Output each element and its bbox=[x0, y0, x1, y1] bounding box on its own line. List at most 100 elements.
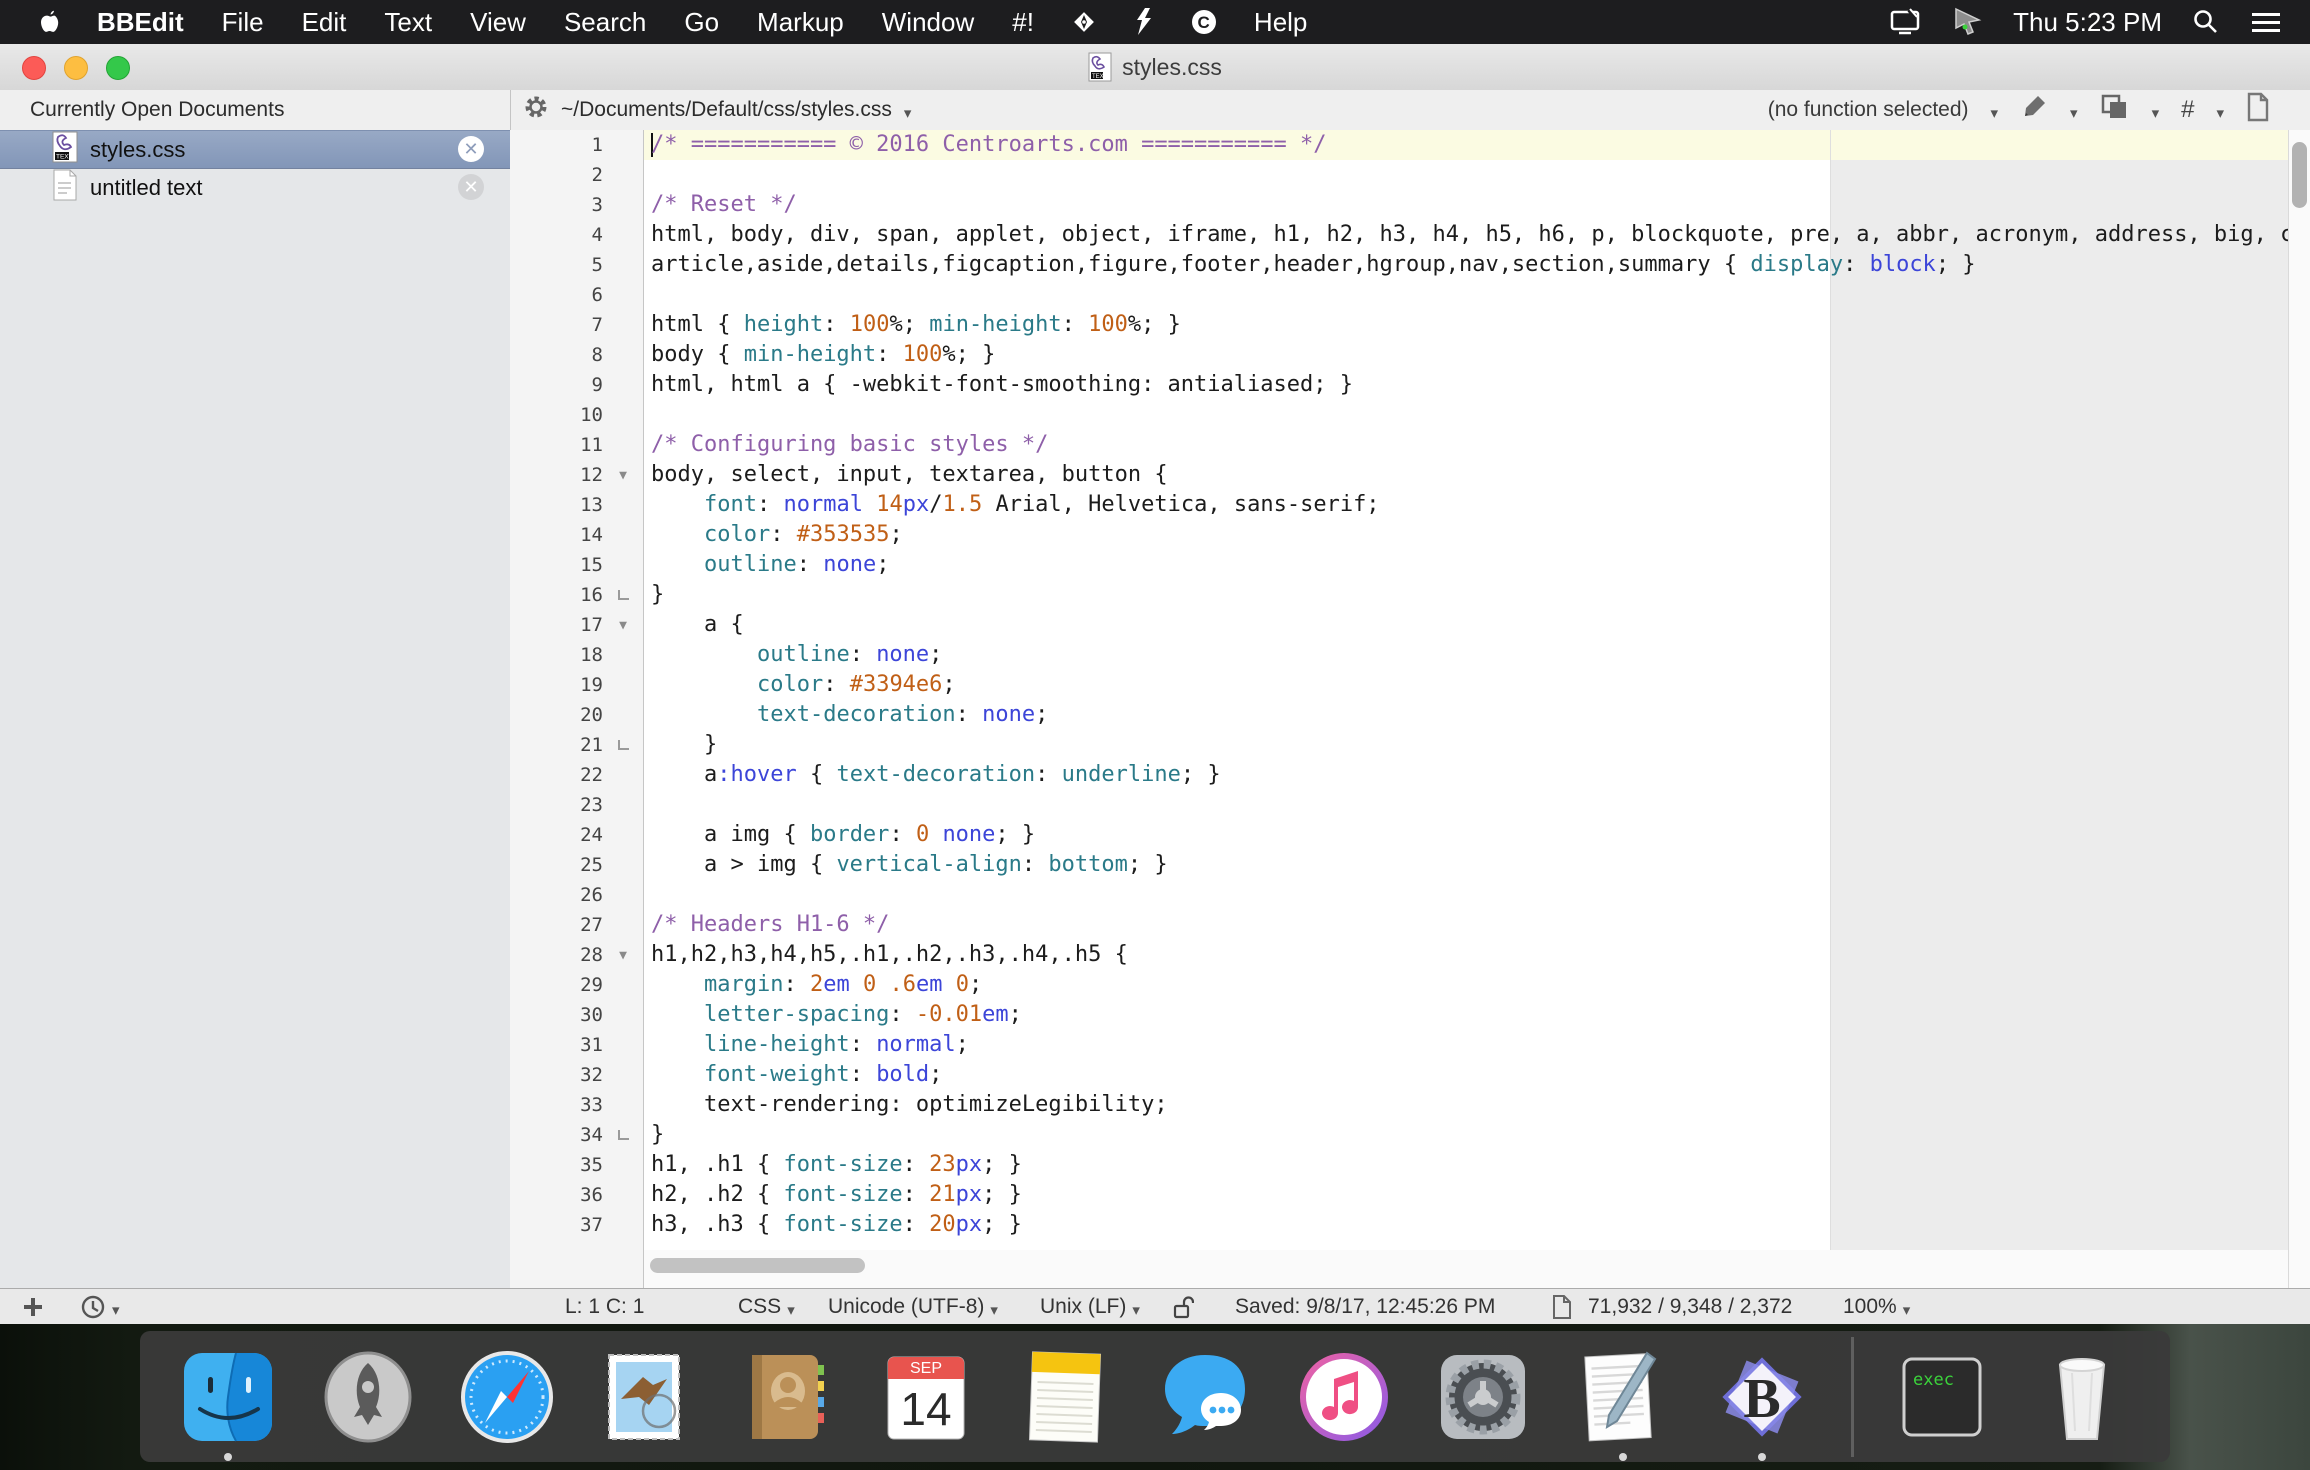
dock-item-safari[interactable] bbox=[456, 1346, 558, 1448]
close-document-icon[interactable]: ✕ bbox=[458, 136, 484, 162]
horizontal-scrollbar-thumb[interactable] bbox=[650, 1258, 865, 1273]
dock-item-trash[interactable] bbox=[2031, 1346, 2133, 1448]
fold-open-icon[interactable]: ▼ bbox=[603, 948, 643, 963]
fold-open-icon[interactable]: ▼ bbox=[603, 468, 643, 483]
dock-item-itunes[interactable] bbox=[1293, 1346, 1395, 1448]
menu-item-go[interactable]: Go bbox=[665, 7, 738, 38]
encoding-selector[interactable]: Unicode (UTF-8)▾ bbox=[828, 1289, 998, 1325]
dock-item-system-preferences[interactable] bbox=[1432, 1346, 1534, 1448]
spotlight-icon[interactable] bbox=[2192, 8, 2220, 36]
menu-item-bbedit[interactable]: BBEdit bbox=[78, 7, 203, 38]
line-number: 26 bbox=[515, 884, 603, 906]
add-document-button[interactable] bbox=[22, 1289, 44, 1325]
gutter-row: 20 bbox=[510, 700, 643, 730]
file-path[interactable]: ~/Documents/Default/css/styles.css bbox=[561, 98, 892, 122]
code-line-1: /* =========== © 2016 Centroarts.com ===… bbox=[644, 130, 2288, 160]
vertical-scrollbar[interactable] bbox=[2288, 130, 2310, 1288]
menu-item-file[interactable]: File bbox=[203, 7, 283, 38]
code-line-4: html, body, div, span, applet, object, i… bbox=[644, 220, 2288, 250]
menu-item-search[interactable]: Search bbox=[545, 7, 665, 38]
launchpad-icon bbox=[318, 1347, 418, 1447]
dock-item-mail[interactable] bbox=[596, 1346, 698, 1448]
script-icon[interactable] bbox=[1115, 7, 1173, 37]
code-line-13: font: normal 14px/1.5 Arial, Helvetica, … bbox=[644, 490, 2288, 520]
gutter-row: 1 bbox=[510, 130, 643, 160]
gutter-row: 11 bbox=[510, 430, 643, 460]
svg-text:TEXT: TEXT bbox=[56, 153, 73, 160]
unlocked-icon[interactable] bbox=[1172, 1289, 1194, 1325]
menu-item-markup[interactable]: Markup bbox=[738, 7, 863, 38]
line-number: 20 bbox=[515, 704, 603, 726]
recent-documents-button[interactable]: ▾ bbox=[80, 1289, 120, 1325]
gutter-row: 4 bbox=[510, 220, 643, 250]
code-line-16: } bbox=[644, 580, 2288, 610]
line-number: 23 bbox=[515, 794, 603, 816]
code-line-19: color: #3394e6; bbox=[644, 670, 2288, 700]
messages-icon bbox=[1155, 1347, 1255, 1447]
c-menu-icon[interactable]: C bbox=[1173, 7, 1235, 37]
code-editor[interactable]: /* =========== © 2016 Centroarts.com ===… bbox=[644, 130, 2288, 1288]
dock-item-contacts[interactable] bbox=[735, 1346, 837, 1448]
dock-item-bbedit[interactable]: B bbox=[1711, 1346, 1813, 1448]
code-line-34: } bbox=[644, 1120, 2288, 1150]
horizontal-scrollbar[interactable] bbox=[644, 1250, 2288, 1288]
dock-item-messages[interactable] bbox=[1154, 1346, 1256, 1448]
markup-tools-icon[interactable] bbox=[1053, 7, 1115, 37]
gutter-row: 36 bbox=[510, 1180, 643, 1210]
sidebar-item-styles-css[interactable]: TEXTstyles.css✕ bbox=[0, 130, 510, 169]
menu-item-window[interactable]: Window bbox=[863, 7, 993, 38]
menu-item-help[interactable]: Help bbox=[1235, 7, 1326, 38]
language-selector[interactable]: CSS▾ bbox=[738, 1289, 795, 1325]
remote-cursor-icon[interactable] bbox=[1953, 7, 1983, 37]
code-line-6 bbox=[644, 280, 2288, 310]
fold-end-icon[interactable] bbox=[603, 1130, 643, 1140]
menu-item-text[interactable]: Text bbox=[365, 7, 451, 38]
gutter-row: 21 bbox=[510, 730, 643, 760]
menu-item-view[interactable]: View bbox=[451, 7, 545, 38]
svg-text:exec: exec bbox=[1913, 1370, 1954, 1390]
dock-item-finder[interactable] bbox=[177, 1346, 279, 1448]
line-number-gutter: 123456789101112▼1314151617▼1819202122232… bbox=[510, 130, 644, 1288]
display-icon[interactable] bbox=[1889, 7, 1923, 37]
gutter-row: 2 bbox=[510, 160, 643, 190]
dock-item-textedit[interactable] bbox=[1572, 1346, 1674, 1448]
menu-item-[interactable]: #! bbox=[993, 7, 1053, 38]
line-number: 34 bbox=[515, 1124, 603, 1146]
dock-item-calendar[interactable]: SEP14 bbox=[875, 1346, 977, 1448]
vertical-scrollbar-thumb[interactable] bbox=[2292, 142, 2307, 208]
new-document-icon[interactable] bbox=[2246, 92, 2270, 128]
hash-menu[interactable]: # bbox=[2181, 96, 2194, 124]
dock-item-exec[interactable]: exec bbox=[1891, 1346, 1993, 1448]
itunes-icon bbox=[1294, 1347, 1394, 1447]
code-line-25: a > img { vertical-align: bottom; } bbox=[644, 850, 2288, 880]
marker-icon[interactable] bbox=[2020, 93, 2048, 127]
code-line-2 bbox=[644, 160, 2288, 190]
function-selector[interactable]: (no function selected) bbox=[1768, 98, 1969, 122]
code-line-37: h3, .h3 { font-size: 20px; } bbox=[644, 1210, 2288, 1240]
code-line-23 bbox=[644, 790, 2288, 820]
menu-item-edit[interactable]: Edit bbox=[283, 7, 366, 38]
exec-icon: exec bbox=[1892, 1347, 1992, 1447]
gear-icon[interactable] bbox=[523, 94, 549, 126]
gutter-row: 32 bbox=[510, 1060, 643, 1090]
apple-menu[interactable] bbox=[22, 8, 78, 36]
dock-item-notes[interactable] bbox=[1014, 1346, 1116, 1448]
fold-open-icon[interactable]: ▼ bbox=[603, 618, 643, 633]
fold-end-icon[interactable] bbox=[603, 590, 643, 600]
close-document-icon[interactable]: ✕ bbox=[458, 174, 484, 200]
code-line-15: outline: none; bbox=[644, 550, 2288, 580]
notification-center-icon[interactable] bbox=[2250, 9, 2282, 35]
dock-item-launchpad[interactable] bbox=[317, 1346, 419, 1448]
documents-icon[interactable] bbox=[2100, 93, 2130, 127]
sidebar-item-untitled-text[interactable]: untitled text✕ bbox=[0, 169, 510, 206]
svg-text:14: 14 bbox=[900, 1383, 951, 1435]
gutter-row: 31 bbox=[510, 1030, 643, 1060]
fold-end-icon[interactable] bbox=[603, 740, 643, 750]
line-ending-selector[interactable]: Unix (LF)▾ bbox=[1040, 1289, 1140, 1325]
menu-clock[interactable]: Thu 5:23 PM bbox=[2013, 7, 2162, 38]
bbedit-icon: B bbox=[1712, 1347, 1812, 1447]
textedit-icon bbox=[1573, 1347, 1673, 1447]
line-number: 2 bbox=[515, 164, 603, 186]
code-line-14: color: #353535; bbox=[644, 520, 2288, 550]
zoom-selector[interactable]: 100%▾ bbox=[1843, 1289, 1910, 1325]
